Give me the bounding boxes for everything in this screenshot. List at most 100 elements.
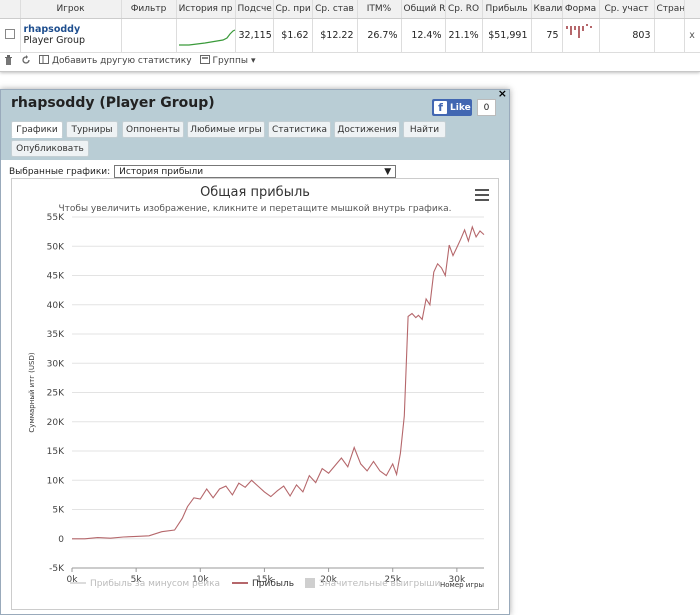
column-header-avg-entrants[interactable]: Ср. участ — [599, 0, 655, 19]
y-tick-label: -5K — [49, 564, 65, 574]
avg-prize-cell: $1.62 — [273, 18, 313, 53]
total-roi-cell: 12.4% — [401, 18, 446, 53]
selected-charts-label: Выбранные графики: — [9, 166, 111, 177]
facebook-icon: f — [434, 101, 447, 114]
table-toolbar: Добавить другую статистику Группы ▾ — [0, 52, 700, 70]
tab-statistics[interactable]: Статистика — [268, 121, 331, 138]
y-tick-label: 50K — [47, 242, 65, 252]
filter-cell[interactable] — [121, 18, 177, 53]
close-icon[interactable]: × — [498, 87, 507, 100]
avg-entrants-cell: 803 — [599, 18, 655, 53]
facebook-like-label: Like — [450, 102, 471, 113]
y-tick-label: 45K — [47, 272, 65, 282]
y-tick-label: 40K — [47, 301, 65, 311]
legend-item-label: Прибыль за минусом рейка — [90, 579, 220, 589]
y-tick-label: 5K — [52, 506, 65, 516]
remove-row-button[interactable]: x — [684, 18, 700, 53]
legend-item-label: Значительные выигрыши — [319, 579, 441, 589]
sparkline-chart — [178, 29, 234, 46]
itm-cell: 26.7% — [357, 18, 402, 53]
profit-chart[interactable]: Общая прибыль Чтобы увеличить изображени… — [11, 178, 499, 610]
tab-publish[interactable]: Опубликовать — [11, 140, 89, 157]
stats-panel: Игрок Фильтр История пр Подсче Ср. при С… — [0, 0, 700, 72]
form-bar — [581, 25, 584, 31]
history-sparkline — [176, 18, 236, 53]
table-row[interactable]: rhapsoddy Player Group 32,115 $1.62 $12.… — [0, 18, 700, 53]
form-chart — [562, 18, 600, 53]
column-header-history[interactable]: История пр — [176, 0, 236, 19]
y-tick-label: 15K — [47, 447, 65, 457]
column-header-avg-roi[interactable]: Ср. RO — [445, 0, 483, 19]
y-tick-label: 10K — [47, 476, 65, 486]
dropdown-arrow-icon: ▼ — [384, 166, 392, 177]
refresh-icon[interactable] — [21, 54, 31, 68]
column-header — [0, 0, 21, 19]
chart-select-value: История прибыли — [119, 166, 204, 177]
groups-dropdown[interactable]: Группы ▾ — [199, 55, 256, 67]
groups-label: Группы — [212, 56, 248, 66]
y-tick-label: 25K — [47, 389, 65, 399]
column-header-total-roi[interactable]: Общий R — [401, 0, 446, 19]
legend-symbol — [305, 578, 315, 588]
country-cell — [654, 18, 685, 53]
form-bar — [577, 25, 580, 38]
x-axis-label: Номер игры — [440, 581, 484, 589]
add-stat-label: Добавить другую статистику — [52, 56, 192, 66]
column-header-profit[interactable]: Прибыль — [482, 0, 532, 19]
y-tick-label: 55K — [47, 213, 65, 223]
form-bar — [569, 25, 572, 35]
tab-favorite-games[interactable]: Любимые игры — [187, 121, 265, 138]
series-line-profit — [72, 225, 485, 540]
column-header-form[interactable]: Форма — [562, 0, 600, 19]
column-header-country[interactable]: Стран — [654, 0, 685, 19]
table-header-row: Игрок Фильтр История пр Подсче Ср. при С… — [0, 0, 700, 19]
panel-title: rhapsoddy (Player Group) — [11, 95, 215, 111]
legend-item-label: Прибыль — [252, 579, 294, 589]
player-name-link[interactable]: rhapsoddy — [24, 24, 118, 35]
player-panel: rhapsoddy (Player Group) f Like 0 × Граф… — [0, 87, 510, 615]
count-cell: 32,115 — [235, 18, 274, 53]
chart-select[interactable]: История прибыли ▼ — [114, 165, 397, 178]
row-checkbox[interactable] — [4, 28, 15, 39]
facebook-like-button[interactable]: f Like — [432, 99, 472, 116]
groups-icon — [199, 55, 210, 67]
quali-cell: 75 — [531, 18, 563, 53]
trash-icon[interactable] — [4, 54, 13, 68]
tab-charts[interactable]: Графики — [11, 121, 63, 138]
player-cell: rhapsoddy Player Group — [20, 18, 122, 53]
form-bars — [565, 23, 592, 38]
column-header-avg-prize[interactable]: Ср. при — [273, 0, 313, 19]
y-tick-label: 30K — [47, 359, 65, 369]
column-header-player[interactable]: Игрок — [20, 0, 122, 19]
column-header-filter[interactable]: Фильтр — [121, 0, 177, 19]
column-header-count[interactable]: Подсче — [235, 0, 274, 19]
tab-tournaments[interactable]: Турниры — [66, 121, 118, 138]
add-stat-button[interactable]: Добавить другую статистику — [39, 55, 192, 67]
tab-achievements[interactable]: Достижения — [334, 121, 400, 138]
column-header-quali[interactable]: Квали — [531, 0, 563, 19]
y-tick-label: 0 — [58, 535, 64, 545]
chevron-down-icon: ▾ — [250, 56, 256, 66]
add-columns-icon — [39, 55, 49, 67]
form-bar — [589, 25, 592, 28]
chart-selector: Выбранные графики: История прибыли ▼ — [9, 165, 397, 178]
tab-opponents[interactable]: Оппоненты — [122, 121, 184, 138]
y-tick-label: 20K — [47, 418, 65, 428]
chart-canvas: -5K05K10K15K20K25K30K35K40K45K50K55K0k 5k… — [28, 213, 485, 589]
row-checkbox-cell[interactable] — [0, 18, 21, 53]
profit-cell: $51,991 — [482, 18, 532, 53]
sparkline-line — [178, 29, 234, 46]
column-header-avg-stake[interactable]: Ср. став — [312, 0, 358, 19]
form-bar — [573, 25, 576, 30]
player-group: Player Group — [23, 35, 86, 46]
y-tick-label: 35K — [47, 330, 65, 340]
tab-find[interactable]: Найти — [403, 121, 446, 138]
stats-table: Игрок Фильтр История пр Подсче Ср. при С… — [0, 0, 700, 53]
panel-header: rhapsoddy (Player Group) f Like 0 × Граф… — [1, 87, 509, 160]
column-header — [684, 0, 700, 19]
column-header-itm[interactable]: ITM% — [357, 0, 402, 19]
form-bar — [585, 23, 588, 26]
avg-stake-cell: $12.22 — [312, 18, 358, 53]
y-axis-label: Суммарный итг (USD) — [28, 352, 36, 432]
avg-roi-cell: 21.1% — [445, 18, 483, 53]
